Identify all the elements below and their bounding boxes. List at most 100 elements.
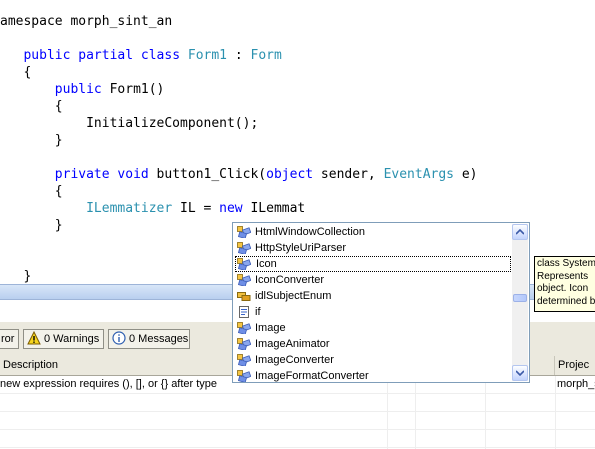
- code-line: }: [0, 217, 63, 234]
- code-text: :: [227, 48, 251, 63]
- code-text: }: [54, 133, 63, 148]
- tooltip-line: class System: [537, 258, 595, 269]
- completion-item[interactable]: HtmlWindowCollection: [235, 224, 511, 240]
- warning-icon: [27, 331, 41, 345]
- class-icon: [237, 338, 251, 350]
- code-line: ILemmatizer IL = new ILemmat: [0, 200, 305, 217]
- completion-item-label: ImageAnimator: [255, 338, 330, 350]
- code-line: }: [0, 268, 31, 284]
- completion-scrollbar[interactable]: [512, 224, 528, 381]
- class-icon: [237, 370, 251, 382]
- code-keyword: object: [266, 167, 314, 182]
- class-icon: [237, 226, 251, 238]
- completion-item[interactable]: HttpStyleUriParser: [235, 240, 511, 256]
- code-text: }: [54, 218, 63, 233]
- code-keyword: public: [54, 82, 102, 97]
- code-line: private void button1_Click(object sender…: [0, 166, 478, 183]
- warnings-filter-button[interactable]: 0 Warnings: [23, 329, 104, 349]
- code-text: ILemmat: [242, 201, 306, 216]
- table-row: [0, 412, 595, 430]
- code-text: sender,: [313, 167, 384, 182]
- intellisense-list[interactable]: HtmlWindowCollection HttpStyleUriParser Ic…: [232, 222, 530, 383]
- code-text: InitializeComponent();: [86, 116, 259, 131]
- errors-filter-button[interactable]: ror: [0, 329, 19, 349]
- code-text: Form1(): [101, 82, 165, 97]
- completion-item-label: idlSubjectEnum: [255, 290, 332, 302]
- code-line: public Form1(): [0, 81, 165, 98]
- code-text: button1_Click(: [148, 167, 267, 182]
- completion-item-label: if: [255, 306, 261, 318]
- completion-item-label: IconConverter: [255, 274, 325, 286]
- column-header-description-label: Description: [3, 359, 59, 371]
- messages-filter-label: 0 Messages: [129, 333, 189, 345]
- completion-item-label: HttpStyleUriParser: [255, 242, 347, 254]
- grid-divider: [415, 376, 416, 449]
- snippet-icon: [239, 306, 249, 318]
- completion-item[interactable]: Image: [235, 320, 511, 336]
- grid-divider: [485, 376, 486, 449]
- scroll-down-button[interactable]: [512, 365, 528, 381]
- completion-item-label: ImageConverter: [255, 354, 334, 366]
- completion-item[interactable]: Icon: [235, 256, 511, 272]
- code-keyword: private: [54, 167, 110, 182]
- completion-item-label: Image: [255, 322, 286, 334]
- quickinfo-tooltip: class System Represents object. Icon determ…: [534, 256, 595, 312]
- code-type: Form1: [187, 48, 228, 63]
- code-text: IL =: [172, 201, 220, 216]
- table-row: [0, 394, 595, 412]
- warnings-filter-label: 0 Warnings: [44, 333, 100, 345]
- column-header-project[interactable]: Projec: [555, 356, 595, 375]
- code-keyword: class: [140, 48, 181, 63]
- table-row: [0, 430, 595, 448]
- completion-item[interactable]: IconConverter: [235, 272, 511, 288]
- code-line: public partial class Form1 : Form: [0, 47, 282, 64]
- class-icon: [237, 242, 251, 254]
- grid-divider: [387, 376, 388, 449]
- code-line: InitializeComponent();: [0, 115, 258, 132]
- code-line: {: [0, 183, 63, 200]
- code-line: {: [0, 98, 63, 115]
- error-project: morph_s: [557, 378, 595, 390]
- code-line: amespace morph_sint_an: [0, 13, 172, 30]
- code-text: {: [23, 65, 32, 80]
- info-icon: [112, 331, 126, 345]
- class-icon: [237, 322, 251, 334]
- code-keyword: public: [23, 48, 71, 63]
- tooltip-line: object. Icon: [537, 283, 589, 294]
- completion-item-label: ImageFormatConverter: [255, 370, 369, 382]
- completion-item[interactable]: ImageConverter: [235, 352, 511, 368]
- completion-item[interactable]: idlSubjectEnum: [235, 288, 511, 304]
- messages-filter-button[interactable]: 0 Messages: [108, 329, 190, 349]
- code-type: ILemmatizer: [86, 201, 173, 216]
- code-keyword: void: [117, 167, 149, 182]
- grid-divider: [555, 376, 556, 449]
- completion-item-label: Icon: [256, 258, 277, 270]
- code-line: }: [0, 132, 63, 149]
- column-header-project-label: Projec: [558, 359, 590, 371]
- code-keyword: new: [219, 201, 243, 216]
- class-icon: [237, 354, 251, 366]
- code-type: EventArgs: [383, 167, 455, 182]
- code-keyword: partial: [78, 48, 134, 63]
- errors-filter-label: ror: [1, 333, 15, 345]
- code-type: Form: [250, 48, 282, 63]
- tooltip-line: Represents: [537, 270, 589, 282]
- code-text: {: [54, 99, 63, 114]
- completion-item[interactable]: ImageAnimator: [235, 336, 511, 352]
- tooltip-line: determined b: [537, 295, 595, 307]
- class-icon: [237, 258, 251, 270]
- code-text: amespace morph_sint_an: [0, 14, 173, 29]
- completion-item[interactable]: ImageFormatConverter: [235, 368, 511, 384]
- completion-item[interactable]: if: [235, 304, 511, 320]
- error-list: new expression requires (), [], or {} af…: [0, 376, 595, 449]
- code-text: {: [54, 184, 63, 199]
- class-icon: [237, 274, 251, 286]
- enum-icon: [237, 292, 251, 301]
- scroll-thumb[interactable]: [513, 294, 527, 302]
- code-line: {: [0, 64, 31, 81]
- code-text: e): [454, 167, 478, 182]
- scroll-up-button[interactable]: [512, 224, 528, 240]
- completion-item-label: HtmlWindowCollection: [255, 226, 366, 238]
